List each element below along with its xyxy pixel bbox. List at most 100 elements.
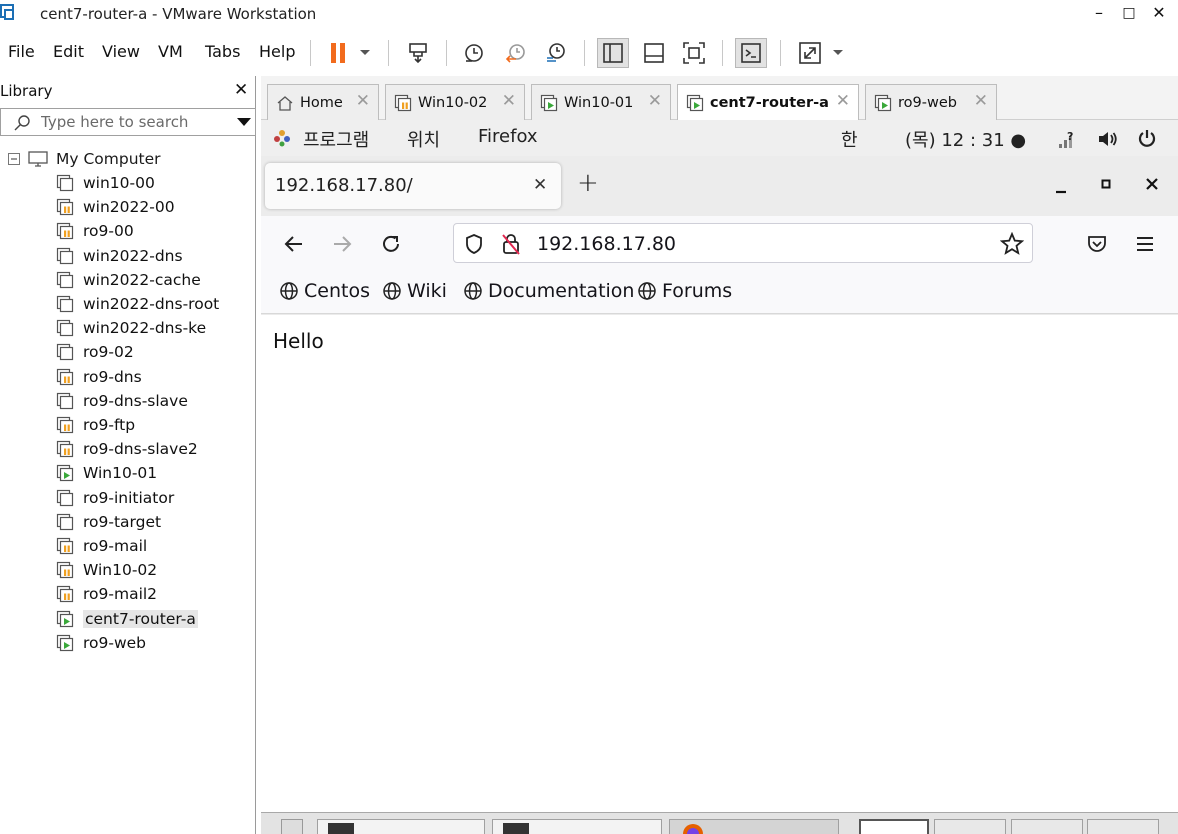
library-vm-item[interactable]: ro9-dns-slave2 bbox=[56, 438, 198, 460]
console-view-button[interactable] bbox=[735, 38, 767, 68]
library-vm-item[interactable]: ro9-web bbox=[56, 632, 146, 654]
library-vm-item[interactable]: ro9-target bbox=[56, 511, 161, 533]
gnome-clock[interactable]: (목) 12 : 31 ● bbox=[905, 126, 1026, 152]
forward-arrow-icon[interactable] bbox=[331, 233, 353, 255]
library-vm-item[interactable]: cent7-router-a bbox=[56, 608, 198, 630]
tab-close-icon[interactable]: ✕ bbox=[648, 91, 662, 111]
menu-help[interactable]: Help bbox=[259, 42, 295, 61]
bookmark-centos[interactable]: Centos bbox=[279, 280, 370, 302]
new-tab-button[interactable]: + bbox=[577, 170, 599, 196]
firefox-minimize-icon[interactable] bbox=[1054, 180, 1068, 194]
taskbar-item-terminal-1[interactable] bbox=[317, 819, 485, 834]
volume-icon[interactable] bbox=[1097, 129, 1119, 149]
gnome-firefox-menu[interactable]: Firefox bbox=[478, 126, 538, 147]
library-search-input[interactable] bbox=[41, 113, 221, 131]
send-ctrl-alt-del-button[interactable] bbox=[402, 38, 434, 68]
collapse-icon[interactable] bbox=[8, 153, 20, 165]
tab-label: Home bbox=[300, 94, 343, 111]
pause-button[interactable] bbox=[322, 38, 354, 68]
search-dropdown-icon[interactable] bbox=[237, 118, 251, 126]
workspace-2[interactable] bbox=[934, 819, 1006, 834]
library-vm-item[interactable]: ro9-ftp bbox=[56, 414, 135, 436]
revert-snapshot-button[interactable] bbox=[500, 38, 532, 68]
power-dropdown-button[interactable] bbox=[352, 38, 378, 68]
tab-close-icon[interactable]: ✕ bbox=[356, 91, 370, 111]
show-desktop-button[interactable] bbox=[281, 819, 303, 834]
guest-screen[interactable]: 프로그램 위치 Firefox 한 (목) 12 : 31 ● ? 192.16… bbox=[261, 120, 1178, 834]
pocket-icon[interactable] bbox=[1086, 233, 1108, 255]
library-close-button[interactable]: ✕ bbox=[234, 80, 248, 100]
library-vm-item[interactable]: win2022-cache bbox=[56, 269, 201, 291]
library-vm-item[interactable]: ro9-initiator bbox=[56, 487, 174, 509]
tab-close-icon[interactable]: ✕ bbox=[502, 91, 516, 111]
vm-suspended-icon bbox=[56, 199, 74, 216]
full-screen-button[interactable] bbox=[678, 38, 710, 68]
snapshot-manager-button[interactable] bbox=[540, 38, 572, 68]
firefox-maximize-icon[interactable] bbox=[1100, 178, 1112, 190]
address-bar-url[interactable]: 192.168.17.80 bbox=[537, 233, 676, 255]
library-vm-item[interactable]: win2022-00 bbox=[56, 196, 175, 218]
stretch-dropdown-button[interactable] bbox=[826, 38, 850, 68]
toolbar-separator bbox=[310, 40, 311, 66]
library-vm-item[interactable]: ro9-02 bbox=[56, 341, 134, 363]
close-button[interactable]: ✕ bbox=[1144, 3, 1174, 22]
workspace-3[interactable] bbox=[1011, 819, 1083, 834]
stretch-guest-button[interactable] bbox=[794, 38, 826, 68]
show-thumbnail-bar-button[interactable] bbox=[638, 38, 670, 68]
taskbar-item-terminal-2[interactable] bbox=[492, 819, 662, 834]
tab-win10-01[interactable]: Win10-01 ✕ bbox=[531, 84, 671, 120]
minimize-button[interactable]: – bbox=[1084, 3, 1114, 22]
menu-vm[interactable]: VM bbox=[158, 42, 183, 61]
library-vm-item[interactable]: ro9-00 bbox=[56, 220, 134, 242]
bookmark-star-icon[interactable] bbox=[1000, 232, 1024, 256]
library-vm-item[interactable]: Win10-01 bbox=[56, 462, 157, 484]
library-vm-item[interactable]: ro9-mail2 bbox=[56, 583, 157, 605]
insecure-lock-icon[interactable] bbox=[500, 232, 522, 256]
bookmark-forums[interactable]: Forums bbox=[637, 280, 732, 302]
firefox-tab-close-button[interactable]: ✕ bbox=[533, 175, 547, 195]
reload-icon[interactable] bbox=[380, 233, 402, 255]
gnome-places-menu[interactable]: 위치 bbox=[407, 126, 440, 152]
library-vm-item[interactable]: win10-00 bbox=[56, 172, 155, 194]
workspace-4[interactable] bbox=[1087, 819, 1159, 834]
show-library-button[interactable] bbox=[597, 38, 629, 68]
address-bar[interactable]: 192.168.17.80 bbox=[453, 223, 1033, 263]
library-vm-item[interactable]: win2022-dns bbox=[56, 245, 183, 267]
tree-root-my-computer[interactable]: My Computer bbox=[8, 148, 161, 170]
library-vm-item[interactable]: ro9-dns bbox=[56, 366, 142, 388]
firefox-tab[interactable]: 192.168.17.80/ ✕ bbox=[265, 163, 561, 209]
menu-view[interactable]: View bbox=[102, 42, 140, 61]
library-vm-item[interactable]: Win10-02 bbox=[56, 559, 157, 581]
power-icon[interactable] bbox=[1137, 128, 1157, 148]
menu-file[interactable]: File bbox=[8, 42, 35, 61]
bookmark-wiki[interactable]: Wiki bbox=[382, 280, 447, 302]
network-unknown-icon[interactable]: ? bbox=[1057, 128, 1081, 150]
library-vm-item[interactable]: ro9-dns-slave bbox=[56, 390, 188, 412]
maximize-button[interactable]: □ bbox=[1114, 5, 1144, 21]
firefox-close-icon[interactable] bbox=[1145, 177, 1159, 191]
bookmark-documentation[interactable]: Documentation bbox=[463, 280, 634, 302]
taskbar-item-firefox[interactable] bbox=[669, 819, 839, 834]
menu-edit[interactable]: Edit bbox=[53, 42, 84, 61]
library-search-box[interactable] bbox=[0, 108, 256, 136]
gnome-top-bar: 프로그램 위치 Firefox 한 (목) 12 : 31 ● ? bbox=[261, 120, 1178, 156]
gnome-applications-menu[interactable]: 프로그램 bbox=[303, 126, 369, 152]
back-arrow-icon[interactable] bbox=[283, 233, 305, 255]
library-vm-item[interactable]: win2022-dns-root bbox=[56, 293, 219, 315]
tab-cent7-router-a[interactable]: cent7-router-a ✕ bbox=[677, 84, 859, 121]
library-vm-item[interactable]: win2022-dns-ke bbox=[56, 317, 206, 339]
menu-tabs[interactable]: Tabs bbox=[205, 42, 240, 61]
tracking-shield-icon[interactable] bbox=[464, 233, 484, 255]
tab-ro9-web[interactable]: ro9-web ✕ bbox=[865, 84, 997, 120]
revert-snapshot-icon bbox=[505, 44, 525, 63]
hamburger-menu-icon[interactable] bbox=[1134, 233, 1156, 255]
workspace-1[interactable] bbox=[859, 819, 929, 834]
tab-close-icon[interactable]: ✕ bbox=[836, 91, 850, 111]
take-snapshot-button[interactable] bbox=[458, 38, 490, 68]
tab-close-icon[interactable]: ✕ bbox=[974, 91, 988, 111]
tab-win10-02[interactable]: Win10-02 ✕ bbox=[385, 84, 525, 120]
input-method-indicator[interactable]: 한 bbox=[841, 126, 858, 152]
web-page-content[interactable]: Hello bbox=[261, 315, 1178, 812]
library-vm-item[interactable]: ro9-mail bbox=[56, 535, 147, 557]
tab-home[interactable]: Home ✕ bbox=[267, 84, 379, 120]
